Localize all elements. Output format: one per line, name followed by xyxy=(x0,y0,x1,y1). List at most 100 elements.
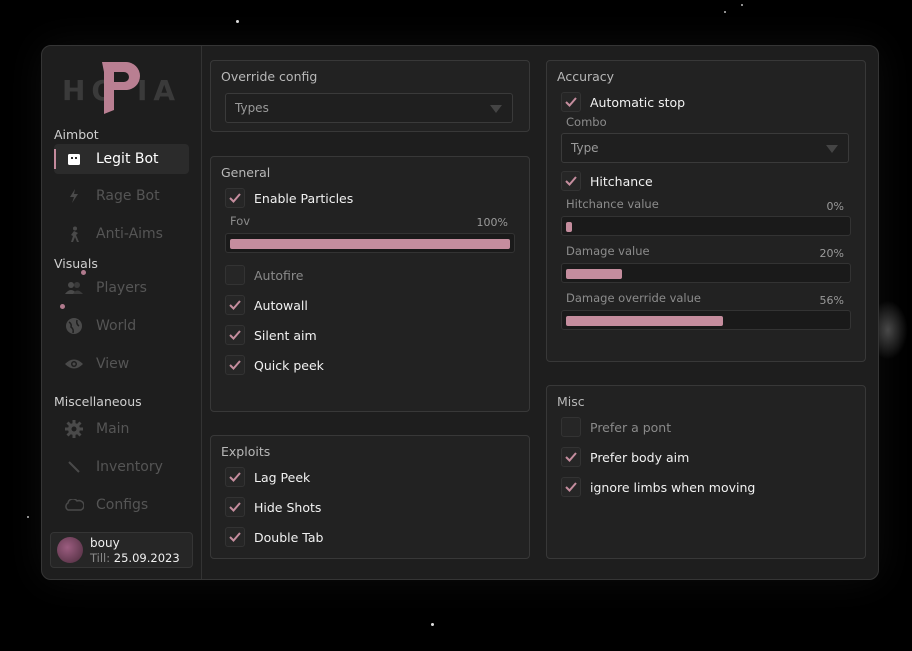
lag-peek-checkbox[interactable]: Lag Peek xyxy=(225,467,310,487)
fov-label: Fov xyxy=(230,214,251,228)
star xyxy=(431,623,434,626)
check-icon xyxy=(225,295,245,315)
checkbox-label: Silent aim xyxy=(254,327,317,343)
subscription-expiry: Till: 25.09.2023 xyxy=(90,551,180,565)
chevron-down-icon xyxy=(826,145,838,153)
slider-fill xyxy=(230,239,510,249)
slider-fill xyxy=(566,222,572,232)
check-icon xyxy=(561,447,581,467)
checkbox-label: Lag Peek xyxy=(254,469,311,485)
hitchance-slider[interactable] xyxy=(561,216,851,236)
logo: HO IA xyxy=(62,58,187,118)
damage-override-slider[interactable] xyxy=(561,310,851,330)
checkbox-label: Autofire xyxy=(254,267,304,283)
nav-main[interactable]: Main xyxy=(54,414,189,444)
automatic-stop-checkbox[interactable]: Automatic stop xyxy=(561,92,685,112)
exploits-panel: Exploits Lag Peek Hide Shots Double Tab xyxy=(210,435,530,559)
star xyxy=(741,4,743,6)
damage-slider[interactable] xyxy=(561,263,851,283)
slider-fill xyxy=(566,269,622,279)
eye-icon xyxy=(64,358,84,370)
misc-panel: Misc Prefer a pont Prefer body aim ignor… xyxy=(546,385,866,559)
panel-title: Override config xyxy=(221,69,318,84)
nav-label: World xyxy=(96,318,137,334)
hitchance-checkbox[interactable]: Hitchance xyxy=(561,171,653,191)
checkbox-label: Quick peek xyxy=(254,357,324,373)
checkbox-empty xyxy=(561,417,581,437)
check-icon xyxy=(561,92,581,112)
double-tab-checkbox[interactable]: Double Tab xyxy=(225,527,323,547)
combo-select[interactable]: Type xyxy=(561,133,849,163)
fov-slider[interactable] xyxy=(225,233,515,253)
autowall-checkbox[interactable]: Autowall xyxy=(225,295,308,315)
nav-world[interactable]: World xyxy=(54,311,189,341)
user-card[interactable]: bouy Till: 25.09.2023 xyxy=(50,532,193,568)
check-icon xyxy=(225,527,245,547)
override-config-panel: Override config Types xyxy=(210,60,530,132)
prefer-point-checkbox[interactable]: Prefer a pont xyxy=(561,417,671,437)
checkbox-empty xyxy=(225,265,245,285)
accuracy-panel: Accuracy Automatic stop Combo Type Hitch… xyxy=(546,60,866,362)
enable-particles-checkbox[interactable]: Enable Particles xyxy=(225,188,353,208)
particle-dot xyxy=(81,270,86,275)
sidebar: HO IA Aimbot Legit Bot Rage Bot Anti-Aim… xyxy=(42,46,202,579)
nav-configs[interactable]: Configs xyxy=(54,490,189,520)
checkbox-label: Prefer a pont xyxy=(590,419,672,435)
override-config-select[interactable]: Types xyxy=(225,93,513,123)
checkbox-label: Hide Shots xyxy=(254,499,322,515)
prefer-body-aim-checkbox[interactable]: Prefer body aim xyxy=(561,447,689,467)
avatar xyxy=(57,537,83,563)
nav-view[interactable]: View xyxy=(54,349,189,379)
checkbox-label: Prefer body aim xyxy=(590,449,690,465)
nav-label: Legit Bot xyxy=(96,151,159,167)
checkbox-label: ignore limbs when moving xyxy=(590,479,756,495)
star xyxy=(27,516,29,518)
nav-label: Inventory xyxy=(96,459,163,475)
ignore-limbs-checkbox[interactable]: ignore limbs when moving xyxy=(561,477,755,497)
star xyxy=(724,11,726,13)
hide-shots-checkbox[interactable]: Hide Shots xyxy=(225,497,321,517)
check-icon xyxy=(225,325,245,345)
section-label-visuals: Visuals xyxy=(54,256,98,271)
nav-players[interactable]: Players xyxy=(54,273,189,303)
bot-icon xyxy=(64,152,84,166)
hitchance-value-label: Hitchance value xyxy=(566,197,659,211)
nav-inventory[interactable]: Inventory xyxy=(54,452,189,482)
panel-title: Exploits xyxy=(221,444,271,459)
checkbox-label: Hitchance xyxy=(590,173,653,189)
checkbox-label: Double Tab xyxy=(254,529,324,545)
panel-title: Misc xyxy=(557,394,585,409)
checkbox-label: Autowall xyxy=(254,297,308,313)
nav-anti-aims[interactable]: Anti-Aims xyxy=(54,219,189,249)
check-icon xyxy=(561,477,581,497)
knife-icon xyxy=(64,460,84,474)
nav-legit-bot[interactable]: Legit Bot xyxy=(54,144,189,174)
check-icon xyxy=(225,497,245,517)
nav-label: Main xyxy=(96,421,130,437)
section-label-misc: Miscellaneous xyxy=(54,394,142,409)
nav-rage-bot[interactable]: Rage Bot xyxy=(54,181,189,211)
players-icon xyxy=(64,281,84,295)
select-value: Type xyxy=(571,141,599,155)
globe-icon xyxy=(64,317,84,335)
silent-aim-checkbox[interactable]: Silent aim xyxy=(225,325,317,345)
person-icon xyxy=(64,226,84,242)
check-icon xyxy=(225,355,245,375)
nav-label: View xyxy=(96,356,130,372)
panel-title: Accuracy xyxy=(557,69,615,84)
nav-label: Rage Bot xyxy=(96,188,160,204)
cheat-menu-window: HO IA Aimbot Legit Bot Rage Bot Anti-Aim… xyxy=(41,45,879,580)
section-label-aimbot: Aimbot xyxy=(54,127,99,142)
check-icon xyxy=(225,188,245,208)
select-value: Types xyxy=(235,101,269,115)
fov-value: 100% xyxy=(476,216,508,229)
checkbox-label: Enable Particles xyxy=(254,190,354,206)
autofire-checkbox[interactable]: Autofire xyxy=(225,265,303,285)
damage-value: 20% xyxy=(819,247,844,260)
star xyxy=(236,20,239,23)
chevron-down-icon xyxy=(490,105,502,113)
cloud-icon xyxy=(64,499,84,511)
quick-peek-checkbox[interactable]: Quick peek xyxy=(225,355,324,375)
combo-label: Combo xyxy=(566,115,607,129)
nav-label: Configs xyxy=(96,497,149,513)
